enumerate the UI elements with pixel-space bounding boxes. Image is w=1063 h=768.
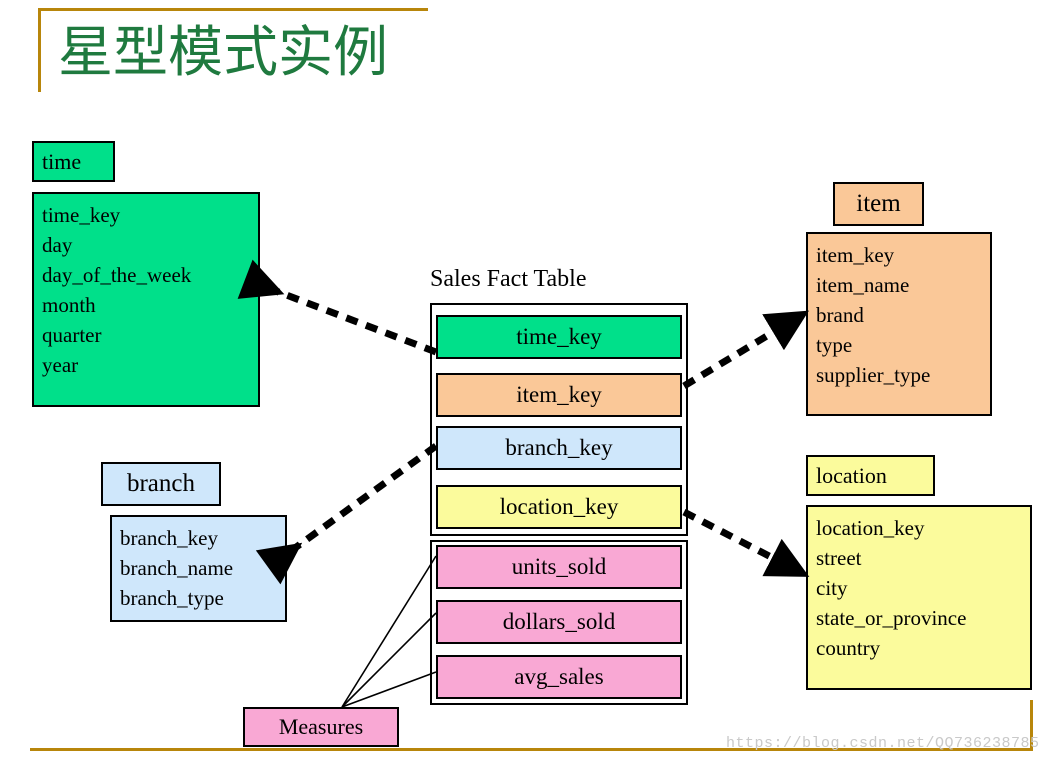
field: branch_type (120, 586, 224, 610)
field: branch_name (120, 556, 234, 580)
field: month (42, 293, 96, 317)
field: supplier_type (816, 363, 931, 387)
field: day_of_the_week (42, 263, 192, 287)
field: location_key (816, 516, 925, 540)
field: city (816, 576, 848, 600)
field: year (42, 353, 79, 377)
entity-time-header: time (32, 141, 115, 182)
field: branch_key (120, 526, 218, 550)
field: quarter (42, 323, 102, 347)
field: street (816, 546, 862, 570)
fact-table-caption: Sales Fact Table (430, 266, 587, 292)
entity-time-fields: time_key day day_of_the_week month quart… (32, 192, 260, 407)
page-title: 星型模式实例 (58, 20, 389, 84)
fact-row-location-key[interactable]: location_key (436, 485, 682, 529)
field: state_or_province (816, 606, 967, 630)
fact-row-branch-key[interactable]: branch_key (436, 426, 682, 470)
entity-branch-header: branch (101, 462, 221, 506)
fact-row-dollars-sold[interactable]: dollars_sold (436, 600, 682, 644)
field: time_key (42, 203, 121, 227)
slide-canvas: 星型模式实例 time time_key day day_of_the_week… (0, 0, 1063, 768)
watermark: https://blog.csdn.net/QQ736238785 (726, 735, 1040, 752)
fact-row-item-key[interactable]: item_key (436, 373, 682, 417)
fact-row-avg-sales[interactable]: avg_sales (436, 655, 682, 699)
field: item_name (816, 273, 910, 297)
link-time (237, 259, 438, 356)
title-rule-left (38, 8, 41, 92)
entity-location-header: location (806, 455, 935, 496)
fact-row-units-sold[interactable]: units_sold (436, 545, 682, 589)
entity-item-header: item (833, 182, 924, 226)
leader-dollars-sold (341, 612, 437, 708)
link-item (682, 310, 809, 389)
fact-row-time-key[interactable]: time_key (436, 315, 682, 359)
field: item_key (816, 243, 895, 267)
link-location (682, 508, 810, 577)
measures-label-box: Measures (243, 707, 399, 747)
entity-item-fields: item_key item_name brand type supplier_t… (806, 232, 992, 416)
leader-avg-sales (341, 671, 437, 708)
entity-branch-fields: branch_key branch_name branch_type (110, 515, 287, 622)
leader-units-sold (341, 555, 437, 708)
link-branch (255, 443, 439, 585)
entity-location-fields: location_key street city state_or_provin… (806, 505, 1032, 690)
title-rule-top (38, 8, 428, 11)
field: brand (816, 303, 864, 327)
field: type (816, 333, 853, 357)
field: country (816, 636, 881, 660)
field: day (42, 233, 73, 257)
